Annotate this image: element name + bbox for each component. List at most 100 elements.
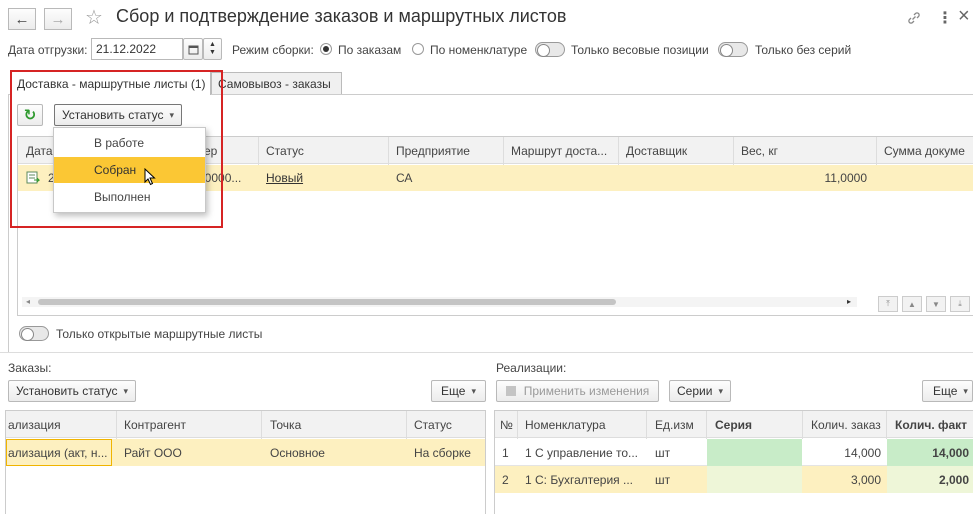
sales-row-num: 1 — [502, 445, 509, 460]
series-button[interactable]: Серии — [669, 380, 731, 402]
stepper-down-icon: ▼ — [209, 49, 216, 56]
sales-row-series[interactable] — [709, 466, 801, 493]
tab-pickup-label: Самовывоз - заказы — [218, 76, 331, 91]
weight-only-toggle[interactable] — [535, 42, 565, 57]
refresh-icon: ↻ — [23, 107, 37, 124]
section-divider — [0, 352, 973, 353]
orders-col-status[interactable]: Статус — [408, 411, 486, 438]
orders-row-sale: ализация (акт, н... — [8, 445, 108, 460]
sales-row-qty-fact[interactable]: 14,000 — [889, 439, 969, 466]
sales-col-num[interactable]: № — [494, 411, 516, 438]
sales-col-series[interactable]: Серия — [709, 411, 801, 438]
arrow-right-icon: → — [50, 10, 66, 28]
mode-by-items-radio[interactable] — [412, 43, 424, 55]
link-icon[interactable] — [906, 10, 924, 26]
col-route[interactable]: Маршрут доста... — [505, 137, 617, 164]
tab-delivery[interactable]: Доставка - маршрутные листы (1) — [10, 71, 211, 95]
orders-row-counterparty: Райт ООО — [124, 445, 182, 460]
scroll-up-button[interactable]: ▲ — [902, 296, 922, 312]
scroll-right-icon[interactable]: ▸ — [847, 297, 851, 306]
sales-row-series[interactable] — [709, 439, 801, 466]
row-carrier — [620, 165, 732, 191]
no-series-label[interactable]: Только без серий — [755, 43, 851, 57]
orders-row-point: Основное — [270, 445, 325, 460]
calendar-icon — [188, 45, 198, 54]
sales-section-label: Реализации: — [496, 361, 567, 375]
sales-col-qty-fact[interactable]: Колич. факт — [889, 411, 973, 438]
mode-by-items-label[interactable]: По номенклатуре — [430, 43, 527, 57]
orders-section-label: Заказы: — [8, 361, 52, 375]
orders-row-status: На сборке — [414, 445, 471, 460]
scroll-down-button[interactable]: ▼ — [926, 296, 946, 312]
scroll-top-button[interactable]: ⤒ — [878, 296, 898, 312]
scroll-bottom-button[interactable]: ⤓ — [950, 296, 970, 312]
tab-pickup[interactable]: Самовывоз - заказы — [211, 72, 342, 94]
row-weight: 11,0000 — [824, 171, 868, 185]
col-sum[interactable]: Сумма докуме — [878, 137, 973, 164]
tab-delivery-label: Доставка - маршрутные листы (1) — [17, 76, 206, 91]
col-carrier[interactable]: Доставщик — [620, 137, 732, 164]
weight-only-label[interactable]: Только весовые позиции — [571, 43, 709, 57]
arrow-left-icon: ← — [14, 10, 30, 28]
row-status-link[interactable]: Новый — [260, 165, 386, 191]
stepper-up-icon: ▲ — [209, 41, 216, 48]
col-status[interactable]: Статус — [260, 137, 386, 164]
scroll-left-icon[interactable]: ◂ — [26, 297, 30, 306]
close-icon[interactable]: × — [958, 5, 970, 28]
calendar-button[interactable] — [183, 38, 203, 60]
refresh-button[interactable]: ↻ — [17, 104, 43, 126]
mode-by-orders-radio[interactable] — [320, 43, 332, 55]
orders-more-button[interactable]: Еще — [431, 380, 486, 402]
sales-row-unit: шт — [655, 445, 671, 460]
sales-row-num: 2 — [502, 472, 509, 487]
col-weight[interactable]: Вес, кг — [735, 137, 875, 164]
date-value: 21.12.2022 — [96, 42, 157, 56]
sales-row-qty-order: 14,000 — [844, 445, 881, 460]
sales-row-qty-order: 3,000 — [850, 472, 881, 487]
date-field[interactable]: 21.12.2022 — [91, 38, 183, 60]
sales-col-qty-order[interactable]: Колич. заказ — [805, 411, 885, 438]
sales-col-unit[interactable]: Ед.изм — [649, 411, 705, 438]
orders-col-counterparty[interactable]: Контрагент — [118, 411, 258, 438]
orders-set-status-button[interactable]: Установить статус — [8, 380, 136, 402]
sales-row-qty-fact[interactable]: 2,000 — [889, 466, 969, 493]
mouse-cursor-icon — [144, 168, 156, 186]
sales-col-item[interactable]: Номенклатура — [519, 411, 643, 438]
row-sum — [878, 165, 973, 191]
series-label: Серии — [677, 384, 713, 398]
back-button[interactable]: ← — [8, 8, 36, 30]
orders-col-point[interactable]: Точка — [264, 411, 404, 438]
sales-more-button[interactable]: Еще — [922, 380, 973, 402]
set-status-label: Установить статус — [61, 108, 164, 122]
more-icon[interactable]: ⋮ — [937, 8, 953, 28]
mode-label: Режим сборки: — [232, 43, 314, 57]
set-status-button[interactable]: Установить статус — [54, 104, 182, 126]
no-series-toggle[interactable] — [718, 42, 748, 57]
apply-changes-label: Применить изменения — [523, 384, 650, 398]
sales-row-item: 1 С управление то... — [525, 445, 639, 460]
apply-changes-button[interactable]: Применить изменения — [496, 380, 659, 402]
apply-icon — [505, 386, 516, 396]
menu-item-done[interactable]: Выполнен — [54, 184, 205, 210]
scroll-thumb[interactable] — [38, 299, 616, 305]
col-number[interactable]: ер — [198, 137, 254, 164]
sales-row-item: 1 С: Бухгалтерия ... — [525, 472, 633, 487]
row-company: СА — [396, 171, 413, 185]
menu-item-collected[interactable]: Собран — [54, 157, 205, 183]
open-only-label[interactable]: Только открытые маршрутные листы — [56, 327, 262, 341]
star-icon[interactable]: ☆ — [85, 5, 103, 30]
col-company[interactable]: Предприятие — [390, 137, 502, 164]
row-route — [505, 165, 617, 191]
sales-more-label: Еще — [933, 384, 958, 398]
forward-button[interactable]: → — [44, 8, 72, 30]
orders-more-label: Еще — [441, 384, 466, 398]
open-only-toggle[interactable] — [19, 326, 49, 341]
sales-row-unit: шт — [655, 472, 671, 487]
status-dropdown-menu: В работе Собран Выполнен — [53, 127, 206, 213]
date-stepper[interactable]: ▲ ▼ — [203, 38, 222, 60]
orders-col-sale[interactable]: ализация — [2, 411, 112, 438]
row-status[interactable]: Новый — [266, 171, 303, 185]
page-title: Сбор и подтверждение заказов и маршрутны… — [116, 6, 567, 26]
menu-item-in-progress[interactable]: В работе — [54, 130, 205, 156]
mode-by-orders-label[interactable]: По заказам — [338, 43, 401, 57]
